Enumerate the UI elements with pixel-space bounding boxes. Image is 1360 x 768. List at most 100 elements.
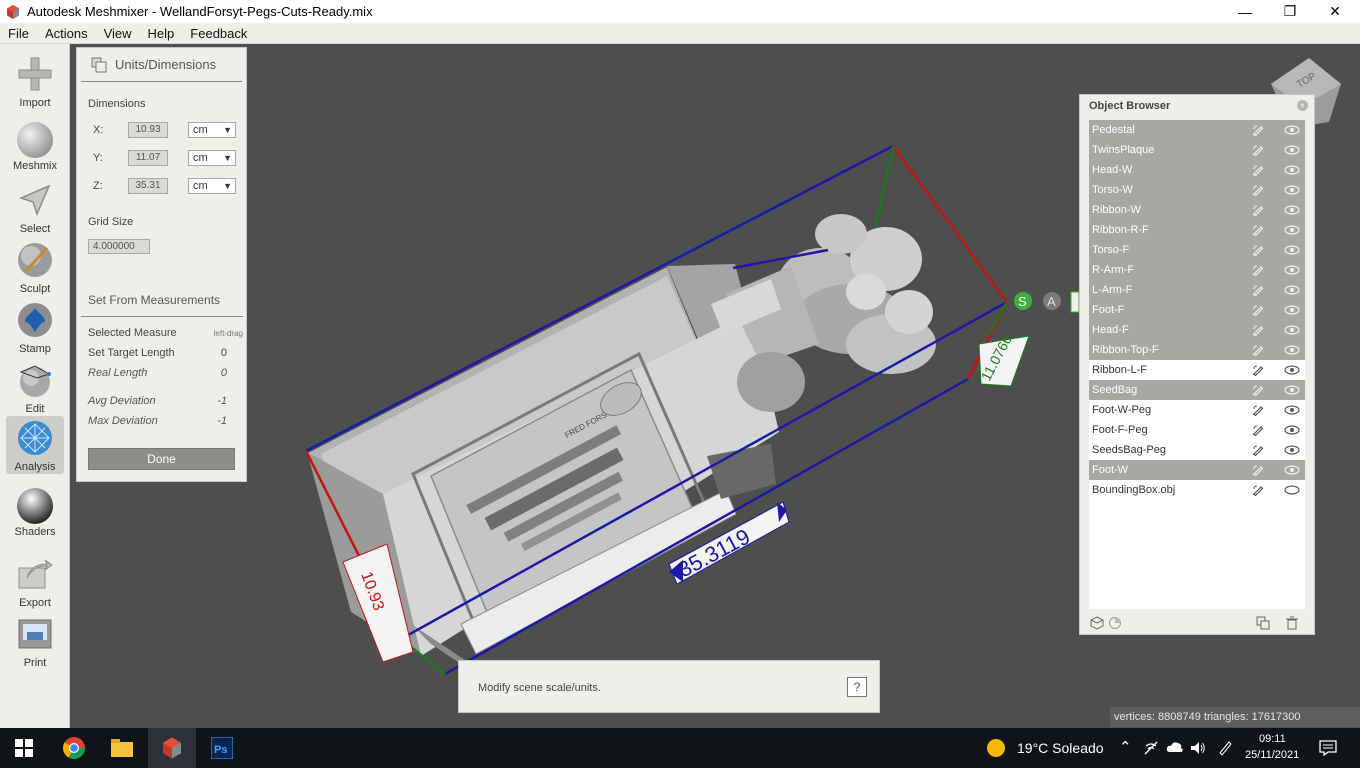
taskbar-file-explorer[interactable]: [98, 728, 146, 768]
tool-sculpt[interactable]: Sculpt: [6, 238, 64, 298]
tool-export[interactable]: Export: [6, 552, 64, 612]
x-unit-select[interactable]: cm ▼: [188, 122, 236, 138]
edit-object-icon[interactable]: [1252, 204, 1264, 216]
visibility-eye-icon[interactable]: [1284, 345, 1300, 355]
gizmo-a-button[interactable]: A: [1043, 292, 1061, 310]
z-value-field[interactable]: 35.31: [128, 178, 168, 194]
visibility-eye-icon[interactable]: [1284, 325, 1300, 335]
visibility-eye-icon[interactable]: [1284, 305, 1300, 315]
menu-actions[interactable]: Actions: [37, 26, 96, 41]
object-browser-close-button[interactable]: ×: [1297, 100, 1308, 111]
object-row[interactable]: Pedestal: [1089, 120, 1305, 140]
taskbar-chrome[interactable]: [50, 728, 98, 768]
object-row[interactable]: Ribbon-R-F: [1089, 220, 1305, 240]
edit-object-icon[interactable]: [1252, 404, 1264, 416]
tool-stamp[interactable]: Stamp: [6, 298, 64, 358]
maximize-button[interactable]: ❐: [1267, 0, 1313, 23]
visibility-eye-icon[interactable]: [1284, 365, 1300, 375]
object-row[interactable]: Torso-W: [1089, 180, 1305, 200]
visibility-eye-icon[interactable]: [1284, 125, 1300, 135]
tool-print[interactable]: Print: [6, 612, 64, 672]
cube-icon[interactable]: [1090, 616, 1104, 630]
edit-object-icon[interactable]: [1252, 384, 1264, 396]
object-row[interactable]: SeedsBag-Peg: [1089, 440, 1305, 460]
set-target-length-row[interactable]: Set Target Length 0: [88, 347, 243, 361]
tool-select[interactable]: Select: [6, 178, 64, 238]
edit-object-icon[interactable]: [1252, 424, 1264, 436]
y-value-field[interactable]: 11.07: [128, 150, 168, 166]
done-button[interactable]: Done: [88, 448, 235, 470]
object-row[interactable]: R-Arm-F: [1089, 260, 1305, 280]
visibility-eye-icon[interactable]: [1284, 465, 1300, 475]
edit-object-icon[interactable]: [1252, 124, 1264, 136]
object-row[interactable]: Foot-W-Peg: [1089, 400, 1305, 420]
object-row[interactable]: Head-W: [1089, 160, 1305, 180]
edit-object-icon[interactable]: [1252, 164, 1264, 176]
edit-object-icon[interactable]: [1252, 344, 1264, 356]
object-row[interactable]: SeedBag: [1089, 380, 1305, 400]
menu-feedback[interactable]: Feedback: [182, 26, 255, 41]
edit-object-icon[interactable]: [1252, 244, 1264, 256]
edit-object-icon[interactable]: [1252, 284, 1264, 296]
edit-object-icon[interactable]: [1252, 324, 1264, 336]
edit-object-icon[interactable]: [1252, 364, 1264, 376]
visibility-eye-icon[interactable]: [1284, 265, 1300, 275]
visibility-eye-icon[interactable]: [1284, 285, 1300, 295]
minimize-button[interactable]: —: [1222, 0, 1268, 23]
visibility-eye-icon[interactable]: [1284, 425, 1300, 435]
pen-icon[interactable]: [1217, 740, 1233, 756]
tool-edit[interactable]: Edit: [6, 358, 64, 418]
object-row[interactable]: L-Arm-F: [1089, 280, 1305, 300]
object-row[interactable]: TwinsPlaque: [1089, 140, 1305, 160]
visibility-eye-icon[interactable]: [1284, 225, 1300, 235]
gizmo-s-button[interactable]: S: [1014, 292, 1032, 310]
chevron-up-icon[interactable]: ⌃: [1119, 738, 1132, 756]
taskbar-photoshop[interactable]: Ps: [198, 728, 246, 768]
set-target-length-value[interactable]: 0: [221, 347, 227, 359]
help-button[interactable]: ?: [847, 677, 867, 697]
start-button[interactable]: [0, 728, 48, 768]
clock-date[interactable]: 25/11/2021: [1245, 749, 1299, 761]
edit-object-icon[interactable]: [1252, 304, 1264, 316]
edit-object-icon[interactable]: [1252, 464, 1264, 476]
visibility-eye-icon[interactable]: [1284, 165, 1300, 175]
gizmo-field[interactable]: [1070, 291, 1080, 313]
cloud-icon[interactable]: [1166, 741, 1184, 753]
volume-icon[interactable]: [1190, 740, 1206, 756]
notifications-icon[interactable]: [1319, 740, 1337, 756]
visibility-eye-icon[interactable]: [1284, 185, 1300, 195]
edit-object-icon[interactable]: [1252, 444, 1264, 456]
visibility-eye-icon[interactable]: [1284, 445, 1300, 455]
close-button[interactable]: ✕: [1312, 0, 1358, 23]
menu-help[interactable]: Help: [140, 26, 183, 41]
edit-object-icon[interactable]: [1252, 144, 1264, 156]
tool-import[interactable]: Import: [6, 52, 64, 112]
x-value-field[interactable]: 10.93: [128, 122, 168, 138]
visibility-eye-icon[interactable]: [1284, 485, 1300, 495]
object-row[interactable]: Ribbon-L-F: [1089, 360, 1305, 380]
y-unit-select[interactable]: cm ▼: [188, 150, 236, 166]
object-row[interactable]: Torso-F: [1089, 240, 1305, 260]
edit-object-icon[interactable]: [1252, 184, 1264, 196]
edit-object-icon[interactable]: [1252, 264, 1264, 276]
visibility-eye-icon[interactable]: [1284, 405, 1300, 415]
visibility-eye-icon[interactable]: [1284, 385, 1300, 395]
object-row[interactable]: Head-F: [1089, 320, 1305, 340]
weather-text[interactable]: 19°C Soleado: [1017, 740, 1104, 756]
tool-analysis[interactable]: Analysis: [6, 416, 64, 474]
tool-meshmix[interactable]: Meshmix: [6, 118, 64, 178]
edit-object-icon[interactable]: [1252, 484, 1264, 496]
object-row[interactable]: Foot-F-Peg: [1089, 420, 1305, 440]
object-row[interactable]: Ribbon-W: [1089, 200, 1305, 220]
z-unit-select[interactable]: cm ▼: [188, 178, 236, 194]
tool-shaders[interactable]: Shaders: [6, 484, 64, 544]
grid-size-field[interactable]: 4.000000: [88, 239, 150, 254]
clock-time[interactable]: 09:11: [1259, 733, 1286, 745]
visibility-eye-icon[interactable]: [1284, 205, 1300, 215]
menu-file[interactable]: File: [0, 26, 37, 41]
pie-icon[interactable]: [1108, 616, 1122, 630]
trash-icon[interactable]: [1285, 616, 1299, 630]
visibility-eye-icon[interactable]: [1284, 245, 1300, 255]
taskbar-meshmixer[interactable]: [148, 728, 196, 768]
duplicate-icon[interactable]: [1256, 616, 1270, 630]
